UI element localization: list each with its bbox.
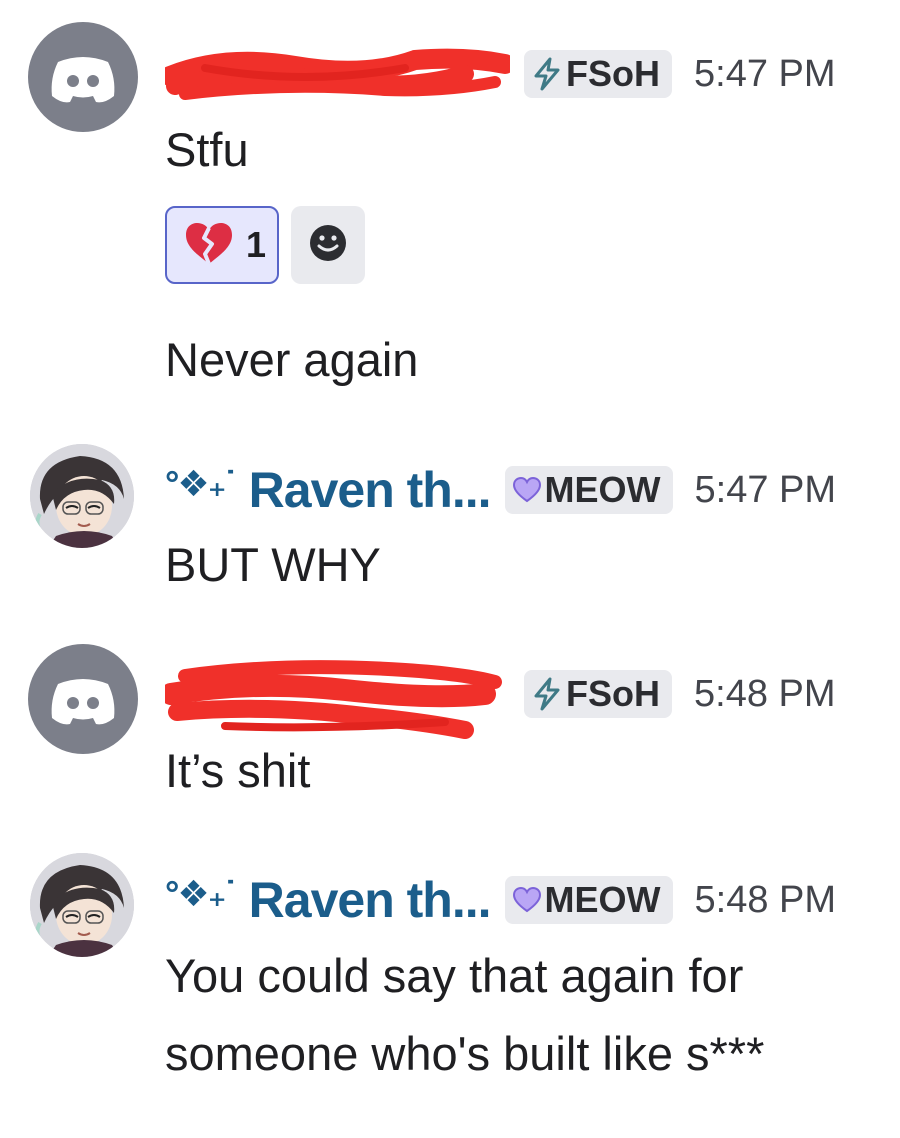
message-text: Stfu bbox=[165, 123, 249, 176]
timestamp: 5:48 PM bbox=[694, 878, 837, 921]
redacted-username[interactable] bbox=[165, 660, 510, 739]
message-header: FSoH 5:47 PM bbox=[165, 44, 836, 104]
role-tag-label: FSoH bbox=[566, 673, 660, 714]
message-text: It’s shit bbox=[165, 744, 311, 797]
smiley-add-icon bbox=[308, 223, 348, 268]
role-tag[interactable]: MEOW bbox=[504, 466, 673, 514]
message-text: BUT WHY bbox=[165, 538, 381, 591]
role-tag-label: MEOW bbox=[544, 469, 661, 510]
broken-heart-icon bbox=[184, 220, 234, 271]
role-tag[interactable]: MEOW bbox=[504, 876, 673, 924]
role-tag[interactable]: FSoH bbox=[524, 670, 672, 718]
role-tag-label: FSoH bbox=[566, 53, 660, 94]
add-reaction-button[interactable] bbox=[291, 206, 365, 284]
timestamp: 5:48 PM bbox=[694, 672, 836, 715]
message-header: °❖₊˙ Raven th... MEOW 5:48 PM bbox=[165, 870, 836, 930]
lightning-icon bbox=[532, 57, 562, 91]
role-tag-label: MEOW bbox=[544, 879, 661, 920]
username-decoration: °❖₊˙ bbox=[165, 873, 237, 914]
purple-heart-icon bbox=[512, 887, 541, 913]
anime-character-avatar-image bbox=[30, 853, 134, 957]
message-header: °❖₊˙ Raven th... MEOW 5:47 PM bbox=[165, 460, 836, 520]
message-header: FSoH 5:48 PM bbox=[165, 660, 836, 739]
purple-heart-icon bbox=[512, 477, 541, 503]
username[interactable]: Raven th... bbox=[249, 871, 492, 929]
message-text-followup: Never again bbox=[165, 333, 419, 386]
reaction-count: 1 bbox=[245, 224, 267, 265]
discord-logo-icon bbox=[51, 679, 115, 725]
lightning-icon bbox=[532, 677, 562, 711]
anime-character-avatar-image bbox=[30, 444, 134, 548]
username[interactable]: Raven th... bbox=[249, 461, 492, 519]
username-decoration: °❖₊˙ bbox=[165, 463, 237, 504]
raven-avatar[interactable] bbox=[30, 444, 134, 548]
discord-avatar[interactable] bbox=[28, 22, 138, 132]
redaction-scribble bbox=[165, 660, 502, 739]
discord-avatar[interactable] bbox=[28, 644, 138, 754]
timestamp: 5:47 PM bbox=[694, 52, 836, 95]
redaction-scribble bbox=[165, 48, 510, 100]
message-text-line-2: someone who's built like s*** bbox=[165, 1027, 765, 1080]
discord-logo-icon bbox=[51, 57, 115, 103]
role-tag[interactable]: FSoH bbox=[524, 50, 672, 98]
reaction-bar: 1 bbox=[165, 206, 365, 284]
redacted-username[interactable] bbox=[165, 46, 510, 102]
timestamp: 5:47 PM bbox=[694, 468, 837, 511]
reaction-broken-heart[interactable]: 1 bbox=[165, 206, 279, 284]
message-text-line-1: You could say that again for bbox=[165, 949, 744, 1002]
raven-avatar[interactable] bbox=[30, 853, 134, 957]
